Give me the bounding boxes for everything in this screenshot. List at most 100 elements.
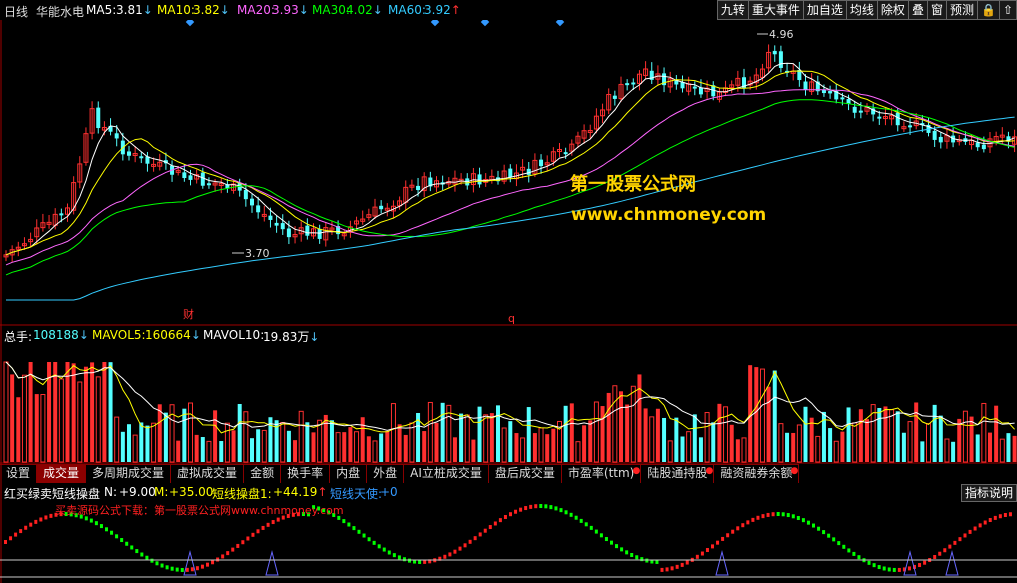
- low-price-label: 3.70: [245, 247, 270, 260]
- indicator-dot: [645, 558, 649, 563]
- volume-bar: [434, 422, 439, 462]
- finance-marker[interactable]: 财: [183, 307, 194, 321]
- indicator-dot: [352, 526, 356, 531]
- ma-button[interactable]: 均线: [846, 0, 878, 20]
- volume-bar: [200, 437, 205, 462]
- volume-bar: [95, 376, 101, 463]
- indicator-dot: [998, 514, 1002, 519]
- event-markers[interactable]: [185, 20, 565, 27]
- tab-after-hours-volume[interactable]: 盘后成交量: [489, 465, 562, 483]
- volume-bar: [785, 432, 790, 462]
- tab-inner-volume[interactable]: 内盘: [330, 465, 368, 483]
- volume-bar: [58, 378, 64, 463]
- indicator-dot: [387, 550, 391, 555]
- indicator-dot: [625, 550, 629, 555]
- volume-bar: [1012, 435, 1017, 462]
- ma-line: [5, 99, 1015, 276]
- event-diamond-icon[interactable]: [555, 20, 565, 27]
- candle-body: [317, 228, 322, 239]
- volume-bar: [600, 406, 605, 462]
- volume-bar: [483, 414, 489, 463]
- indicator-dot: [135, 549, 139, 554]
- indicator-dot: [695, 554, 699, 559]
- forecast-button[interactable]: 预测: [946, 0, 978, 20]
- volume-bar: [145, 425, 150, 462]
- indicator-explain-button[interactable]: 指标说明: [960, 484, 1017, 502]
- volume-bar: [975, 434, 980, 462]
- volume-bar: [427, 401, 433, 463]
- expand-icon[interactable]: ⇧: [999, 0, 1017, 20]
- tab-multi-period-volume[interactable]: 多周期成交量: [86, 465, 172, 483]
- window-button[interactable]: 窗: [927, 0, 947, 20]
- volume-bar: [496, 405, 500, 462]
- indicator-dot: [44, 515, 48, 520]
- volume-bar: [77, 381, 83, 463]
- indicator-dot: [958, 537, 962, 542]
- event-diamond-icon[interactable]: [185, 20, 195, 27]
- indicator-dot: [599, 533, 603, 538]
- indicator-dot: [806, 520, 810, 525]
- indicator-dot: [827, 533, 831, 538]
- n-label: N:: [104, 485, 118, 499]
- mavol5-label: MAVOL5:: [92, 328, 146, 342]
- volume-bar: [619, 391, 623, 462]
- ma30-label: MA30:: [312, 3, 350, 17]
- volume-bar: [132, 434, 138, 463]
- volume-bars: [3, 361, 1017, 463]
- volume-bar: [403, 434, 408, 462]
- major-events-button[interactable]: 重大事件: [748, 0, 804, 20]
- volume-bar: [342, 432, 347, 462]
- arrow-down-icon: [220, 3, 230, 17]
- indicator-dot: [175, 567, 179, 572]
- volume-bar: [397, 424, 402, 462]
- volume-bar: [704, 412, 710, 463]
- event-diamond-icon[interactable]: [430, 20, 440, 27]
- m-value: +35.00: [169, 485, 214, 499]
- volume-bar: [317, 419, 323, 463]
- indicator-dot: [822, 530, 826, 535]
- candle-body: [508, 168, 513, 178]
- tab-outer-volume[interactable]: 外盘: [367, 465, 405, 483]
- tab-turnover[interactable]: 换手率: [281, 465, 331, 483]
- volume-bar: [446, 404, 452, 463]
- tab-hk-connect[interactable]: 陆股通持股 ●: [641, 465, 715, 483]
- event-diamond-icon[interactable]: [480, 20, 490, 27]
- indicator-dot: [680, 562, 684, 567]
- indicator-dot: [180, 567, 184, 572]
- indicator-dot: [791, 514, 795, 519]
- indicator-dot: [635, 555, 639, 560]
- q-marker[interactable]: q: [508, 312, 515, 325]
- tab-ai-volume[interactable]: AI立桩成交量: [404, 465, 489, 483]
- indicator-name[interactable]: 红买绿卖短线操盘: [4, 485, 100, 502]
- tab-margin-balance[interactable]: 融资融券余额 ●: [714, 465, 800, 483]
- lock-icon[interactable]: 🔒: [977, 0, 1000, 20]
- overlay-button[interactable]: 叠: [908, 0, 928, 20]
- candle-body: [250, 198, 254, 206]
- indicator-dot: [675, 564, 679, 569]
- volume-bar: [53, 362, 58, 462]
- tab-volume[interactable]: 成交量: [37, 465, 87, 483]
- candle-body: [612, 95, 617, 99]
- volume-bar: [157, 404, 162, 462]
- add-watchlist-button[interactable]: 加自选: [803, 0, 847, 20]
- tab-amount[interactable]: 金额: [244, 465, 282, 483]
- volume-bar: [90, 362, 95, 462]
- candle-body: [772, 50, 777, 55]
- tab-virtual-volume[interactable]: 虚拟成交量: [171, 465, 245, 483]
- tab-pe-ttm[interactable]: 市盈率(ttm) ●: [562, 465, 642, 483]
- stock-name[interactable]: 华能水电: [36, 3, 84, 20]
- ex-rights-button[interactable]: 除权: [877, 0, 909, 20]
- volume-bar: [250, 438, 254, 462]
- jiuzhuan-button[interactable]: 九转: [716, 0, 749, 20]
- total-volume-value: 108188: [33, 328, 89, 342]
- volume-bar: [582, 425, 587, 462]
- tab-settings[interactable]: 设置: [0, 465, 38, 483]
- indicator-dot: [529, 504, 533, 509]
- volume-bar: [569, 403, 574, 462]
- indicator-dot: [847, 548, 851, 553]
- indicator-dot: [766, 512, 770, 517]
- s2-label: 短线天使:: [330, 487, 383, 501]
- indicator-dot: [418, 559, 422, 564]
- candle-body: [692, 86, 697, 89]
- indicator-dot: [236, 543, 240, 548]
